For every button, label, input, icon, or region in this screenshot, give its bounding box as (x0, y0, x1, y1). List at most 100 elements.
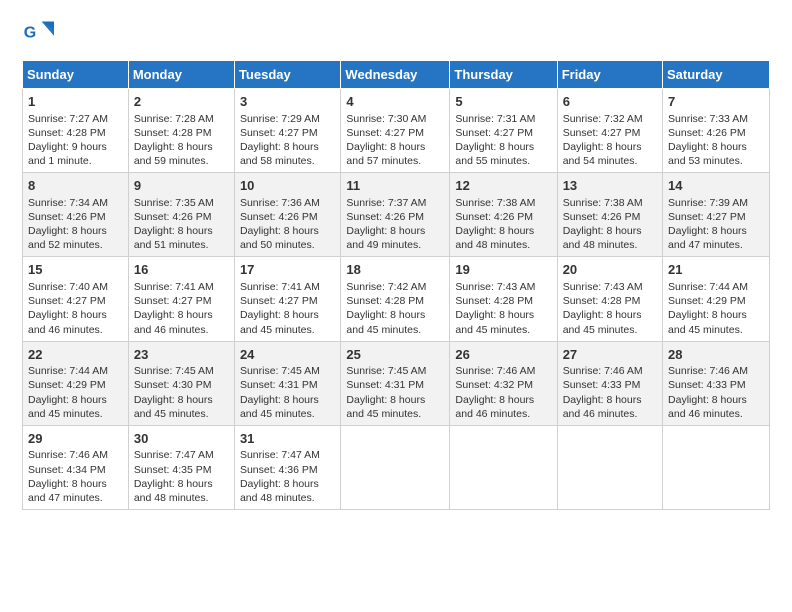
day-number: 21 (668, 261, 764, 279)
day-info: Sunrise: 7:43 AMSunset: 4:28 PMDaylight:… (455, 280, 551, 337)
day-number: 24 (240, 346, 335, 364)
day-info: Sunrise: 7:35 AMSunset: 4:26 PMDaylight:… (134, 196, 229, 253)
calendar-cell: 9Sunrise: 7:35 AMSunset: 4:26 PMDaylight… (128, 173, 234, 257)
day-number: 4 (346, 93, 444, 111)
day-info: Sunrise: 7:46 AMSunset: 4:32 PMDaylight:… (455, 364, 551, 421)
svg-text:G: G (24, 25, 36, 42)
calendar-header-day: Sunday (23, 61, 129, 89)
day-info: Sunrise: 7:41 AMSunset: 4:27 PMDaylight:… (240, 280, 335, 337)
day-number: 10 (240, 177, 335, 195)
calendar-cell: 22Sunrise: 7:44 AMSunset: 4:29 PMDayligh… (23, 341, 129, 425)
day-number: 25 (346, 346, 444, 364)
calendar-cell: 21Sunrise: 7:44 AMSunset: 4:29 PMDayligh… (663, 257, 770, 341)
calendar-cell: 3Sunrise: 7:29 AMSunset: 4:27 PMDaylight… (234, 89, 340, 173)
day-info: Sunrise: 7:34 AMSunset: 4:26 PMDaylight:… (28, 196, 123, 253)
calendar-header-day: Saturday (663, 61, 770, 89)
day-number: 11 (346, 177, 444, 195)
calendar-cell: 27Sunrise: 7:46 AMSunset: 4:33 PMDayligh… (557, 341, 662, 425)
calendar-cell: 20Sunrise: 7:43 AMSunset: 4:28 PMDayligh… (557, 257, 662, 341)
calendar-cell: 4Sunrise: 7:30 AMSunset: 4:27 PMDaylight… (341, 89, 450, 173)
day-info: Sunrise: 7:29 AMSunset: 4:27 PMDaylight:… (240, 112, 335, 169)
day-number: 5 (455, 93, 551, 111)
calendar-cell: 1Sunrise: 7:27 AMSunset: 4:28 PMDaylight… (23, 89, 129, 173)
day-number: 16 (134, 261, 229, 279)
calendar-header-day: Monday (128, 61, 234, 89)
day-info: Sunrise: 7:41 AMSunset: 4:27 PMDaylight:… (134, 280, 229, 337)
day-number: 7 (668, 93, 764, 111)
day-info: Sunrise: 7:37 AMSunset: 4:26 PMDaylight:… (346, 196, 444, 253)
day-number: 3 (240, 93, 335, 111)
calendar-cell: 30Sunrise: 7:47 AMSunset: 4:35 PMDayligh… (128, 425, 234, 509)
day-number: 12 (455, 177, 551, 195)
day-number: 19 (455, 261, 551, 279)
day-number: 23 (134, 346, 229, 364)
calendar-cell: 7Sunrise: 7:33 AMSunset: 4:26 PMDaylight… (663, 89, 770, 173)
calendar-cell: 19Sunrise: 7:43 AMSunset: 4:28 PMDayligh… (450, 257, 557, 341)
calendar-cell: 23Sunrise: 7:45 AMSunset: 4:30 PMDayligh… (128, 341, 234, 425)
day-info: Sunrise: 7:47 AMSunset: 4:36 PMDaylight:… (240, 448, 335, 505)
day-info: Sunrise: 7:46 AMSunset: 4:33 PMDaylight:… (668, 364, 764, 421)
calendar-header-day: Friday (557, 61, 662, 89)
day-info: Sunrise: 7:38 AMSunset: 4:26 PMDaylight:… (563, 196, 657, 253)
calendar-cell: 2Sunrise: 7:28 AMSunset: 4:28 PMDaylight… (128, 89, 234, 173)
day-number: 18 (346, 261, 444, 279)
day-number: 30 (134, 430, 229, 448)
calendar-header-day: Thursday (450, 61, 557, 89)
calendar-cell: 18Sunrise: 7:42 AMSunset: 4:28 PMDayligh… (341, 257, 450, 341)
page: G SundayMondayTuesdayWednesdayThursdayFr… (0, 0, 792, 612)
calendar-week-row: 15Sunrise: 7:40 AMSunset: 4:27 PMDayligh… (23, 257, 770, 341)
day-number: 1 (28, 93, 123, 111)
calendar-header-day: Wednesday (341, 61, 450, 89)
day-number: 9 (134, 177, 229, 195)
calendar-cell (557, 425, 662, 509)
calendar-cell: 5Sunrise: 7:31 AMSunset: 4:27 PMDaylight… (450, 89, 557, 173)
calendar-cell (341, 425, 450, 509)
calendar-header-row: SundayMondayTuesdayWednesdayThursdayFrid… (23, 61, 770, 89)
day-number: 20 (563, 261, 657, 279)
day-number: 29 (28, 430, 123, 448)
day-info: Sunrise: 7:43 AMSunset: 4:28 PMDaylight:… (563, 280, 657, 337)
day-info: Sunrise: 7:46 AMSunset: 4:33 PMDaylight:… (563, 364, 657, 421)
calendar-cell: 17Sunrise: 7:41 AMSunset: 4:27 PMDayligh… (234, 257, 340, 341)
day-info: Sunrise: 7:45 AMSunset: 4:31 PMDaylight:… (346, 364, 444, 421)
calendar-cell (450, 425, 557, 509)
day-number: 8 (28, 177, 123, 195)
day-number: 14 (668, 177, 764, 195)
calendar-cell: 28Sunrise: 7:46 AMSunset: 4:33 PMDayligh… (663, 341, 770, 425)
calendar-table: SundayMondayTuesdayWednesdayThursdayFrid… (22, 60, 770, 510)
day-number: 26 (455, 346, 551, 364)
calendar-cell: 26Sunrise: 7:46 AMSunset: 4:32 PMDayligh… (450, 341, 557, 425)
calendar-header-day: Tuesday (234, 61, 340, 89)
calendar-cell (663, 425, 770, 509)
calendar-cell: 13Sunrise: 7:38 AMSunset: 4:26 PMDayligh… (557, 173, 662, 257)
calendar-cell: 6Sunrise: 7:32 AMSunset: 4:27 PMDaylight… (557, 89, 662, 173)
day-number: 28 (668, 346, 764, 364)
header: G (22, 18, 770, 50)
day-number: 6 (563, 93, 657, 111)
calendar-cell: 12Sunrise: 7:38 AMSunset: 4:26 PMDayligh… (450, 173, 557, 257)
calendar-week-row: 22Sunrise: 7:44 AMSunset: 4:29 PMDayligh… (23, 341, 770, 425)
day-number: 15 (28, 261, 123, 279)
calendar-cell: 25Sunrise: 7:45 AMSunset: 4:31 PMDayligh… (341, 341, 450, 425)
day-info: Sunrise: 7:45 AMSunset: 4:30 PMDaylight:… (134, 364, 229, 421)
logo-icon: G (22, 18, 54, 50)
logo: G (22, 18, 58, 50)
calendar-week-row: 1Sunrise: 7:27 AMSunset: 4:28 PMDaylight… (23, 89, 770, 173)
day-info: Sunrise: 7:40 AMSunset: 4:27 PMDaylight:… (28, 280, 123, 337)
calendar-cell: 24Sunrise: 7:45 AMSunset: 4:31 PMDayligh… (234, 341, 340, 425)
calendar-cell: 15Sunrise: 7:40 AMSunset: 4:27 PMDayligh… (23, 257, 129, 341)
day-info: Sunrise: 7:45 AMSunset: 4:31 PMDaylight:… (240, 364, 335, 421)
day-info: Sunrise: 7:38 AMSunset: 4:26 PMDaylight:… (455, 196, 551, 253)
calendar-cell: 29Sunrise: 7:46 AMSunset: 4:34 PMDayligh… (23, 425, 129, 509)
calendar-body: 1Sunrise: 7:27 AMSunset: 4:28 PMDaylight… (23, 89, 770, 510)
day-info: Sunrise: 7:47 AMSunset: 4:35 PMDaylight:… (134, 448, 229, 505)
day-info: Sunrise: 7:30 AMSunset: 4:27 PMDaylight:… (346, 112, 444, 169)
calendar-cell: 14Sunrise: 7:39 AMSunset: 4:27 PMDayligh… (663, 173, 770, 257)
day-info: Sunrise: 7:39 AMSunset: 4:27 PMDaylight:… (668, 196, 764, 253)
calendar-week-row: 8Sunrise: 7:34 AMSunset: 4:26 PMDaylight… (23, 173, 770, 257)
day-info: Sunrise: 7:28 AMSunset: 4:28 PMDaylight:… (134, 112, 229, 169)
calendar-week-row: 29Sunrise: 7:46 AMSunset: 4:34 PMDayligh… (23, 425, 770, 509)
day-info: Sunrise: 7:27 AMSunset: 4:28 PMDaylight:… (28, 112, 123, 169)
day-number: 31 (240, 430, 335, 448)
calendar-cell: 8Sunrise: 7:34 AMSunset: 4:26 PMDaylight… (23, 173, 129, 257)
